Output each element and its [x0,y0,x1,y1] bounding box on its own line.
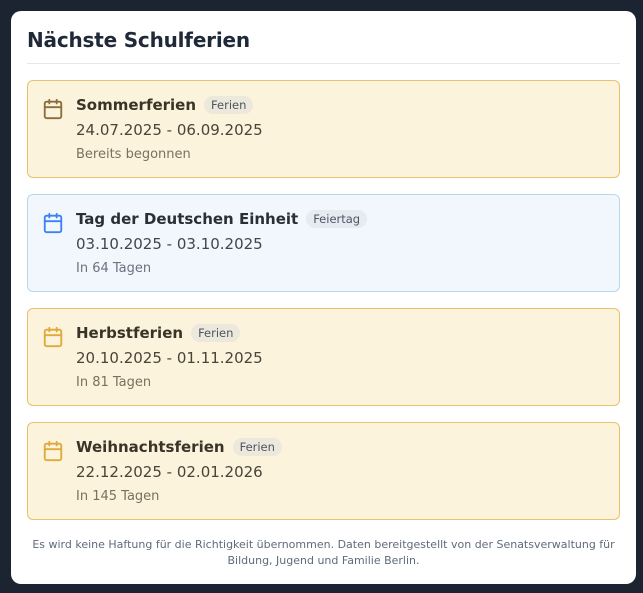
type-badge: Feiertag [306,210,368,228]
holiday-name: Sommerferien [76,96,197,114]
holiday-status: Bereits begonnen [76,147,191,162]
holiday-name: Tag der Deutschen Einheit [76,210,299,228]
holiday-name: Weihnachtsferien [76,438,225,456]
holiday-dates: 24.07.2025 - 06.09.2025 [76,121,263,139]
type-badge: Ferien [191,324,241,342]
holiday-item-herbstferien: Herbstferien Ferien 20.10.2025 - 01.11.2… [27,308,620,406]
type-badge: Ferien [232,438,282,456]
holiday-dates: 22.12.2025 - 02.01.2026 [76,463,263,481]
holiday-item-tag-der-deutschen-einheit: Tag der Deutschen Einheit Feiertag 03.10… [27,194,620,292]
holiday-dates: 20.10.2025 - 01.11.2025 [76,349,263,367]
calendar-icon [43,212,63,234]
disclaimer-text: Es wird keine Haftung für die Richtigkei… [32,538,615,567]
holiday-name: Herbstferien [76,324,184,342]
holiday-item-weihnachtsferien: Weihnachtsferien Ferien 22.12.2025 - 02.… [27,422,620,520]
calendar-icon [43,326,63,348]
holidays-card: Nächste Schulferien Sommerferien Ferien … [11,11,636,584]
calendar-icon [43,440,63,462]
type-badge: Ferien [204,96,254,114]
holiday-status: In 145 Tagen [76,489,160,504]
holiday-status: In 81 Tagen [76,375,152,390]
divider [27,63,620,64]
holiday-item-sommerferien: Sommerferien Ferien 24.07.2025 - 06.09.2… [27,80,620,178]
holiday-status: In 64 Tagen [76,261,152,276]
card-title: Nächste Schulferien [27,28,250,52]
calendar-icon [43,98,63,120]
holiday-dates: 03.10.2025 - 03.10.2025 [76,235,263,253]
